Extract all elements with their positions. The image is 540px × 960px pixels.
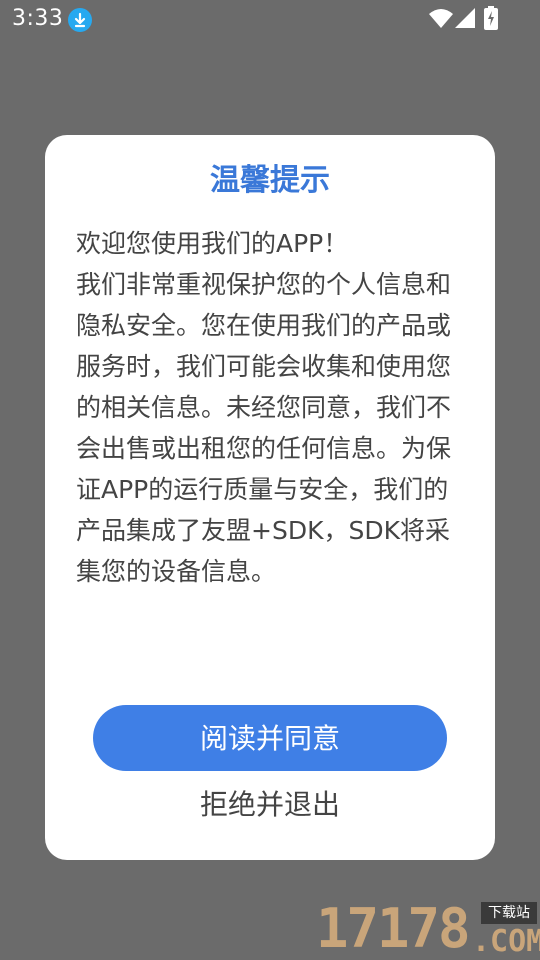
status-bar: 3:33 xyxy=(0,0,540,40)
wifi-icon xyxy=(429,8,453,32)
welcome-text: 欢迎您使用我们的APP！ xyxy=(76,229,349,258)
watermark-logo: 17178 下载站 .COM xyxy=(316,898,540,960)
watermark-number: 17178 xyxy=(316,897,471,960)
watermark-domain: .COM xyxy=(472,924,540,959)
status-time: 3:33 xyxy=(12,6,64,31)
signal-icon xyxy=(455,8,475,32)
agree-button[interactable]: 阅读并同意 xyxy=(93,705,447,771)
reject-button[interactable]: 拒绝并退出 xyxy=(93,785,447,825)
watermark-tag: 下载站 xyxy=(481,902,537,924)
dialog-body: 欢迎您使用我们的APP！ 我们非常重视保护您的个人信息和隐私安全。您在使用我们的… xyxy=(76,223,468,592)
dialog-title: 温馨提示 xyxy=(210,163,330,198)
download-icon xyxy=(68,8,92,32)
privacy-dialog: 温馨提示 欢迎您使用我们的APP！ 我们非常重视保护您的个人信息和隐私安全。您在… xyxy=(45,135,495,860)
battery-charging-icon xyxy=(484,6,498,34)
privacy-text: 我们非常重视保护您的个人信息和隐私安全。您在使用我们的产品或服务时，我们可能会收… xyxy=(76,270,452,586)
